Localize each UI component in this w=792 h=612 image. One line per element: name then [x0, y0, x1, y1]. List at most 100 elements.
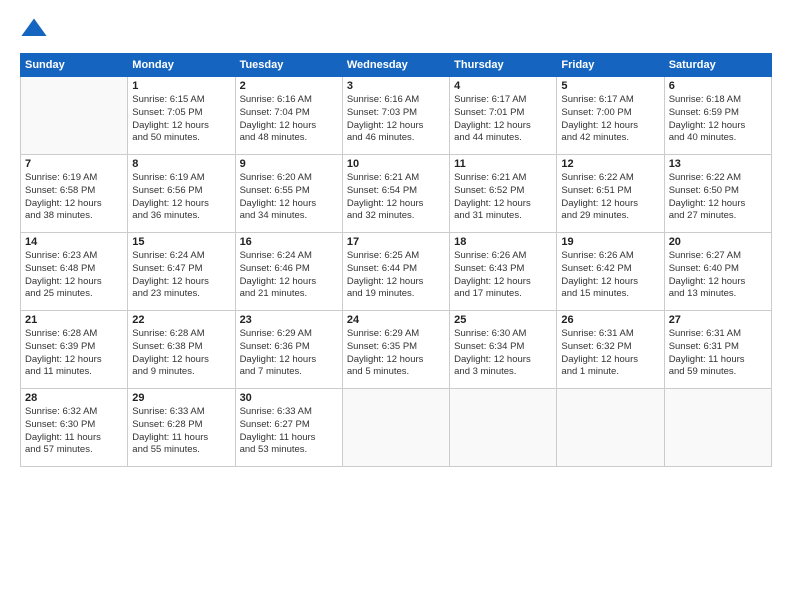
- day-info: Sunrise: 6:17 AMSunset: 7:01 PMDaylight:…: [454, 94, 552, 145]
- day-info: Sunrise: 6:22 AMSunset: 6:51 PMDaylight:…: [561, 172, 659, 223]
- weekday-header-monday: Monday: [128, 54, 235, 77]
- day-number: 15: [132, 236, 230, 248]
- day-info: Sunrise: 6:21 AMSunset: 6:54 PMDaylight:…: [347, 172, 445, 223]
- calendar-week-row: 7 Sunrise: 6:19 AMSunset: 6:58 PMDaylight…: [21, 155, 772, 233]
- calendar-cell: [450, 389, 557, 467]
- weekday-header-tuesday: Tuesday: [235, 54, 342, 77]
- calendar-cell: 20 Sunrise: 6:27 AMSunset: 6:40 PMDayligh…: [664, 233, 771, 311]
- day-info: Sunrise: 6:31 AMSunset: 6:32 PMDaylight:…: [561, 328, 659, 379]
- day-info: Sunrise: 6:32 AMSunset: 6:30 PMDaylight:…: [25, 406, 123, 457]
- calendar-week-row: 1 Sunrise: 6:15 AMSunset: 7:05 PMDaylight…: [21, 77, 772, 155]
- calendar-cell: [342, 389, 449, 467]
- day-info: Sunrise: 6:29 AMSunset: 6:35 PMDaylight:…: [347, 328, 445, 379]
- day-info: Sunrise: 6:28 AMSunset: 6:39 PMDaylight:…: [25, 328, 123, 379]
- day-number: 5: [561, 80, 659, 92]
- calendar-cell: 23 Sunrise: 6:29 AMSunset: 6:36 PMDayligh…: [235, 311, 342, 389]
- day-info: Sunrise: 6:26 AMSunset: 6:43 PMDaylight:…: [454, 250, 552, 301]
- weekday-header-friday: Friday: [557, 54, 664, 77]
- calendar-cell: 4 Sunrise: 6:17 AMSunset: 7:01 PMDaylight…: [450, 77, 557, 155]
- day-info: Sunrise: 6:31 AMSunset: 6:31 PMDaylight:…: [669, 328, 767, 379]
- day-number: 13: [669, 158, 767, 170]
- calendar-cell: 15 Sunrise: 6:24 AMSunset: 6:47 PMDayligh…: [128, 233, 235, 311]
- calendar-cell: 3Sunrise: 6:16 AMSunset: 7:03 PMDaylight…: [342, 77, 449, 155]
- day-info: Sunrise: 6:25 AMSunset: 6:44 PMDaylight:…: [347, 250, 445, 301]
- calendar-cell: [557, 389, 664, 467]
- calendar-cell: 27 Sunrise: 6:31 AMSunset: 6:31 PMDayligh…: [664, 311, 771, 389]
- calendar-cell: 26 Sunrise: 6:31 AMSunset: 6:32 PMDayligh…: [557, 311, 664, 389]
- day-info: Sunrise: 6:29 AMSunset: 6:36 PMDaylight:…: [240, 328, 338, 379]
- day-number: 30: [240, 392, 338, 404]
- calendar-cell: 22 Sunrise: 6:28 AMSunset: 6:38 PMDayligh…: [128, 311, 235, 389]
- day-info: Sunrise: 6:28 AMSunset: 6:38 PMDaylight:…: [132, 328, 230, 379]
- day-number: 23: [240, 314, 338, 326]
- day-info: Sunrise: 6:22 AMSunset: 6:50 PMDaylight:…: [669, 172, 767, 223]
- day-info: Sunrise: 6:24 AMSunset: 6:47 PMDaylight:…: [132, 250, 230, 301]
- day-info: Sunrise: 6:17 AMSunset: 7:00 PMDaylight:…: [561, 94, 659, 145]
- day-info: Sunrise: 6:18 AMSunset: 6:59 PMDaylight:…: [669, 94, 767, 145]
- day-info: Sunrise: 6:21 AMSunset: 6:52 PMDaylight:…: [454, 172, 552, 223]
- calendar-cell: 9 Sunrise: 6:20 AMSunset: 6:55 PMDaylight…: [235, 155, 342, 233]
- day-number: 16: [240, 236, 338, 248]
- weekday-header-thursday: Thursday: [450, 54, 557, 77]
- calendar-cell: 2Sunrise: 6:16 AMSunset: 7:04 PMDaylight…: [235, 77, 342, 155]
- calendar-header-row: SundayMondayTuesdayWednesdayThursdayFrid…: [21, 54, 772, 77]
- calendar-cell: 24 Sunrise: 6:29 AMSunset: 6:35 PMDayligh…: [342, 311, 449, 389]
- calendar-cell: 1 Sunrise: 6:15 AMSunset: 7:05 PMDaylight…: [128, 77, 235, 155]
- day-number: 12: [561, 158, 659, 170]
- day-info: Sunrise: 6:19 AMSunset: 6:56 PMDaylight:…: [132, 172, 230, 223]
- day-number: 24: [347, 314, 445, 326]
- calendar-cell: 30 Sunrise: 6:33 AMSunset: 6:27 PMDayligh…: [235, 389, 342, 467]
- day-number: 3: [347, 80, 445, 92]
- day-number: 17: [347, 236, 445, 248]
- calendar-cell: 19Sunrise: 6:26 AMSunset: 6:42 PMDayligh…: [557, 233, 664, 311]
- calendar-cell: 6 Sunrise: 6:18 AMSunset: 6:59 PMDaylight…: [664, 77, 771, 155]
- day-info: Sunrise: 6:30 AMSunset: 6:34 PMDaylight:…: [454, 328, 552, 379]
- calendar-week-row: 28 Sunrise: 6:32 AMSunset: 6:30 PMDayligh…: [21, 389, 772, 467]
- calendar-week-row: 14Sunrise: 6:23 AMSunset: 6:48 PMDayligh…: [21, 233, 772, 311]
- weekday-header-sunday: Sunday: [21, 54, 128, 77]
- logo-icon: [20, 15, 48, 43]
- calendar-cell: 11 Sunrise: 6:21 AMSunset: 6:52 PMDayligh…: [450, 155, 557, 233]
- day-info: Sunrise: 6:15 AMSunset: 7:05 PMDaylight:…: [132, 94, 230, 145]
- day-info: Sunrise: 6:27 AMSunset: 6:40 PMDaylight:…: [669, 250, 767, 301]
- day-info: Sunrise: 6:19 AMSunset: 6:58 PMDaylight:…: [25, 172, 123, 223]
- calendar-cell: 7 Sunrise: 6:19 AMSunset: 6:58 PMDaylight…: [21, 155, 128, 233]
- page: SundayMondayTuesdayWednesdayThursdayFrid…: [0, 0, 792, 612]
- day-number: 22: [132, 314, 230, 326]
- calendar-cell: 18 Sunrise: 6:26 AMSunset: 6:43 PMDayligh…: [450, 233, 557, 311]
- day-number: 9: [240, 158, 338, 170]
- header: [20, 15, 772, 43]
- calendar-cell: 12 Sunrise: 6:22 AMSunset: 6:51 PMDayligh…: [557, 155, 664, 233]
- day-number: 29: [132, 392, 230, 404]
- logo: [20, 15, 50, 43]
- day-number: 21: [25, 314, 123, 326]
- calendar-cell: 16Sunrise: 6:24 AMSunset: 6:46 PMDayligh…: [235, 233, 342, 311]
- calendar-cell: 28 Sunrise: 6:32 AMSunset: 6:30 PMDayligh…: [21, 389, 128, 467]
- day-number: 28: [25, 392, 123, 404]
- day-number: 2: [240, 80, 338, 92]
- day-info: Sunrise: 6:20 AMSunset: 6:55 PMDaylight:…: [240, 172, 338, 223]
- day-number: 7: [25, 158, 123, 170]
- calendar-cell: 8 Sunrise: 6:19 AMSunset: 6:56 PMDaylight…: [128, 155, 235, 233]
- day-number: 20: [669, 236, 767, 248]
- day-number: 6: [669, 80, 767, 92]
- day-number: 11: [454, 158, 552, 170]
- day-number: 26: [561, 314, 659, 326]
- calendar-cell: 17 Sunrise: 6:25 AMSunset: 6:44 PMDayligh…: [342, 233, 449, 311]
- calendar-cell: [664, 389, 771, 467]
- day-info: Sunrise: 6:33 AMSunset: 6:27 PMDaylight:…: [240, 406, 338, 457]
- day-number: 1: [132, 80, 230, 92]
- day-number: 8: [132, 158, 230, 170]
- weekday-header-saturday: Saturday: [664, 54, 771, 77]
- day-number: 25: [454, 314, 552, 326]
- calendar-cell: 21 Sunrise: 6:28 AMSunset: 6:39 PMDayligh…: [21, 311, 128, 389]
- day-info: Sunrise: 6:23 AMSunset: 6:48 PMDaylight:…: [25, 250, 123, 301]
- calendar-cell: 25 Sunrise: 6:30 AMSunset: 6:34 PMDayligh…: [450, 311, 557, 389]
- day-number: 4: [454, 80, 552, 92]
- calendar-cell: 10Sunrise: 6:21 AMSunset: 6:54 PMDayligh…: [342, 155, 449, 233]
- calendar-week-row: 21 Sunrise: 6:28 AMSunset: 6:39 PMDayligh…: [21, 311, 772, 389]
- day-number: 27: [669, 314, 767, 326]
- day-info: Sunrise: 6:33 AMSunset: 6:28 PMDaylight:…: [132, 406, 230, 457]
- day-number: 18: [454, 236, 552, 248]
- calendar-cell: 29 Sunrise: 6:33 AMSunset: 6:28 PMDayligh…: [128, 389, 235, 467]
